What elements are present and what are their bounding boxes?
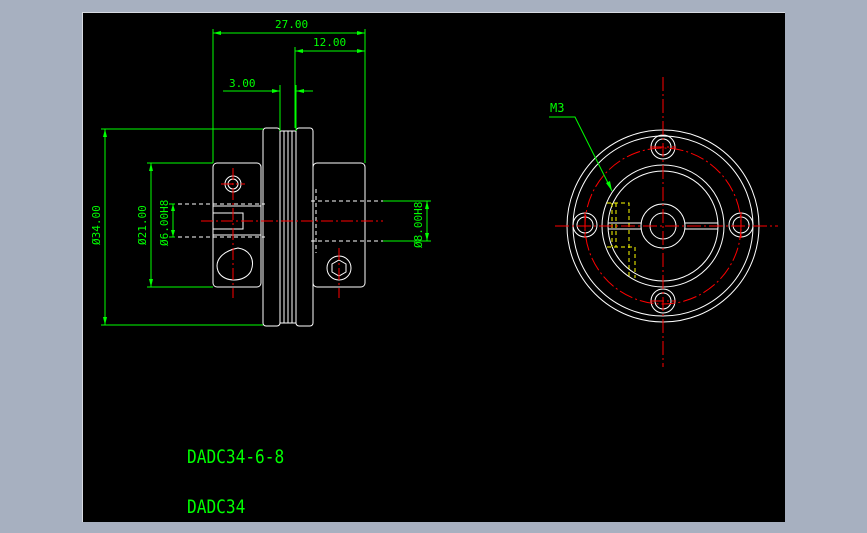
cad-viewport[interactable]: 27.00 12.00 3.00 Ø34.00 Ø21.00 Ø6.00H8 Ø… <box>82 12 785 522</box>
drawing-subtitle: DADC34 <box>187 496 246 518</box>
drawing-title: DADC34-6-8 <box>187 446 285 468</box>
side-view <box>212 127 366 327</box>
dim-hub-length: 12.00 <box>313 36 346 49</box>
thread-label: M3 <box>550 101 564 115</box>
dim-outer-diameter: Ø34.00 <box>90 205 103 245</box>
dim-overall-length: 27.00 <box>275 18 308 31</box>
dim-bore-left: Ø6.00H8 <box>158 200 171 246</box>
dim-bore-right: Ø8.00H8 <box>412 202 425 248</box>
dim-gap: 3.00 <box>229 77 256 90</box>
dimension-arrows <box>103 31 612 325</box>
left-flange <box>262 127 281 327</box>
dim-hub-diameter: Ø21.00 <box>136 205 149 245</box>
dimension-lines <box>101 29 613 326</box>
front-view-hidden-thread <box>607 202 636 278</box>
right-flange <box>295 127 314 327</box>
front-view-centerlines <box>555 77 778 367</box>
teardrop-cutout <box>216 247 253 281</box>
